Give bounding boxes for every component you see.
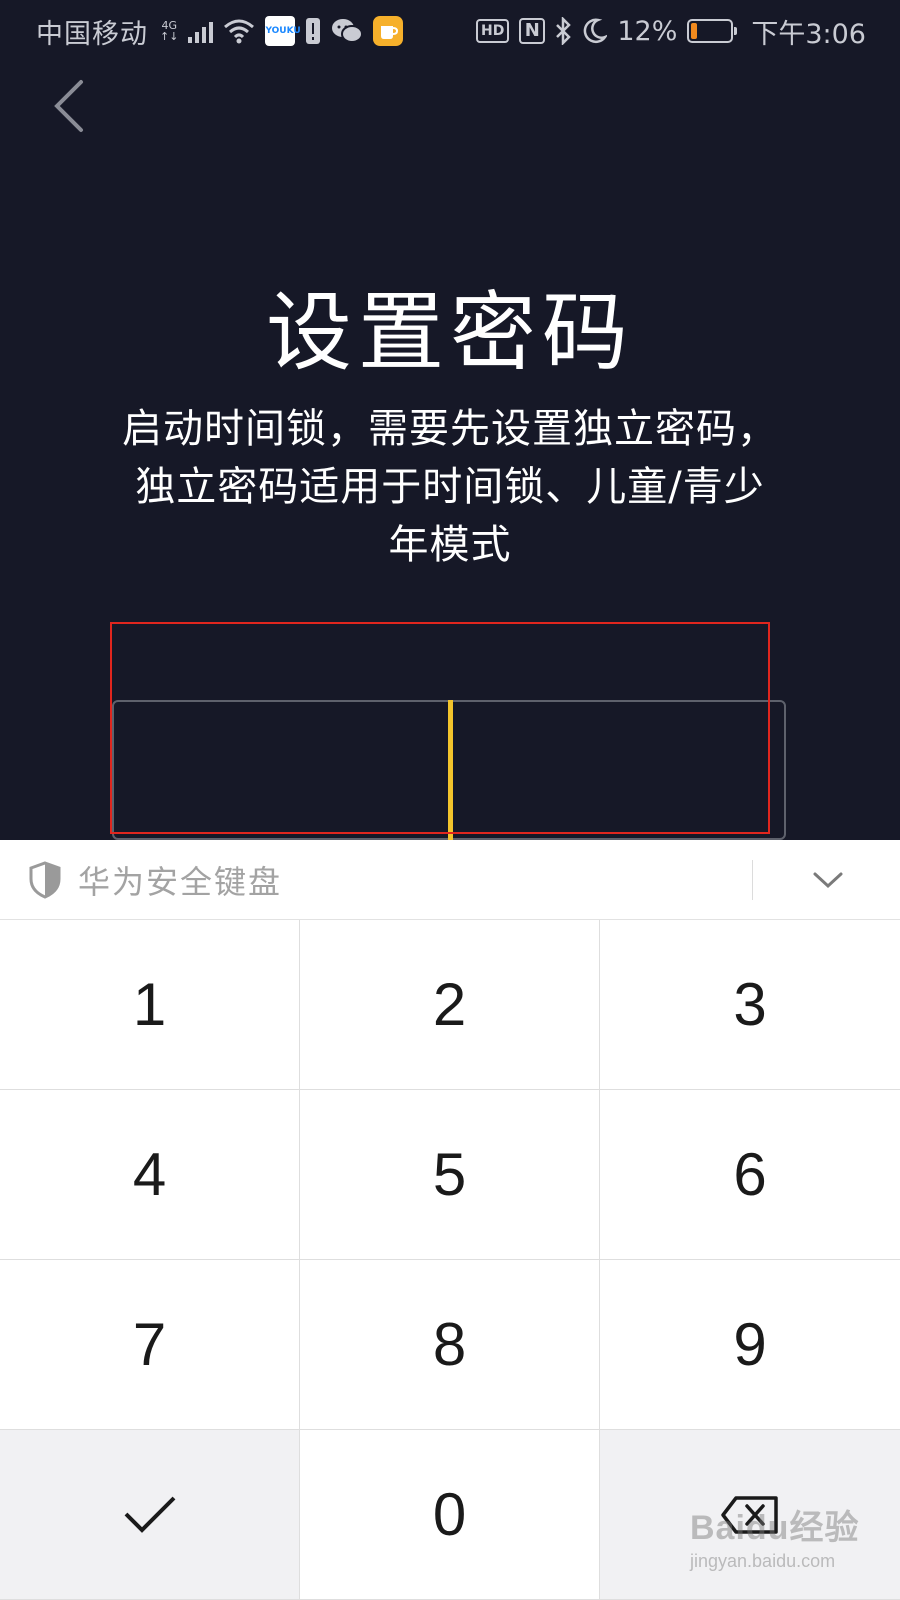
wifi-icon [223, 18, 255, 44]
key-0[interactable]: 0 [300, 1430, 600, 1600]
keyboard-title: 华为安全键盘 [78, 862, 283, 901]
key-5[interactable]: 5 [300, 1090, 600, 1260]
key-1[interactable]: 1 [0, 920, 300, 1090]
annotation-highlight-box [110, 622, 770, 834]
keyboard-header: 华为安全键盘 [0, 840, 900, 920]
youku-app-icon: YOUKU [265, 16, 301, 46]
status-time: 下午3:06 [751, 18, 866, 50]
key-3[interactable]: 3 [600, 920, 900, 1090]
hd-icon: HD [476, 19, 510, 43]
chevron-down-icon [813, 872, 843, 889]
moon-icon [581, 17, 608, 45]
back-button[interactable] [40, 78, 96, 134]
chevron-left-icon [54, 80, 83, 132]
key-6[interactable]: 6 [600, 1090, 900, 1260]
status-right: HD N 12% 下午3:06 [476, 12, 866, 51]
key-7[interactable]: 7 [0, 1260, 300, 1430]
key-9[interactable]: 9 [600, 1260, 900, 1430]
delete-button[interactable] [600, 1430, 900, 1600]
wechat-icon [331, 18, 364, 44]
key-4[interactable]: 4 [0, 1090, 300, 1260]
battery-icon [687, 19, 738, 43]
secure-keyboard: 华为安全键盘 1 2 3 4 5 6 7 8 9 0 [0, 840, 900, 1600]
bluetooth-icon [555, 17, 572, 45]
key-8[interactable]: 8 [300, 1260, 600, 1430]
key-2[interactable]: 2 [300, 920, 600, 1090]
backspace-icon [721, 1495, 778, 1534]
page-title: 设置密码 [266, 283, 634, 383]
nfc-icon: N [519, 18, 546, 44]
status-bar: 中国移动 4G ↑↓ YOUKU HD N 12% 下午3:06 [0, 0, 900, 62]
battery-level [691, 23, 698, 39]
check-icon [124, 1496, 175, 1533]
keyboard-header-divider [752, 860, 753, 900]
network-type-icon: 4G ↑↓ [160, 20, 178, 42]
confirm-button[interactable] [0, 1430, 300, 1600]
network-activity-label: ↑↓ [160, 30, 179, 43]
keyboard-keys: 1 2 3 4 5 6 7 8 9 0 [0, 920, 900, 1600]
battery-percent: 12% [617, 15, 678, 47]
alert-icon [305, 17, 321, 45]
shield-icon [29, 860, 61, 899]
keyboard-collapse-button[interactable] [800, 856, 856, 904]
page-description: 启动时间锁，需要先设置独立密码，独立密码适用于时间锁、儿童/青少年模式 [122, 406, 778, 568]
signal-icon [188, 19, 214, 43]
notes-app-icon [373, 16, 404, 46]
carrier-name: 中国移动 [36, 18, 148, 50]
status-left: 中国移动 4G ↑↓ YOUKU [36, 12, 404, 51]
